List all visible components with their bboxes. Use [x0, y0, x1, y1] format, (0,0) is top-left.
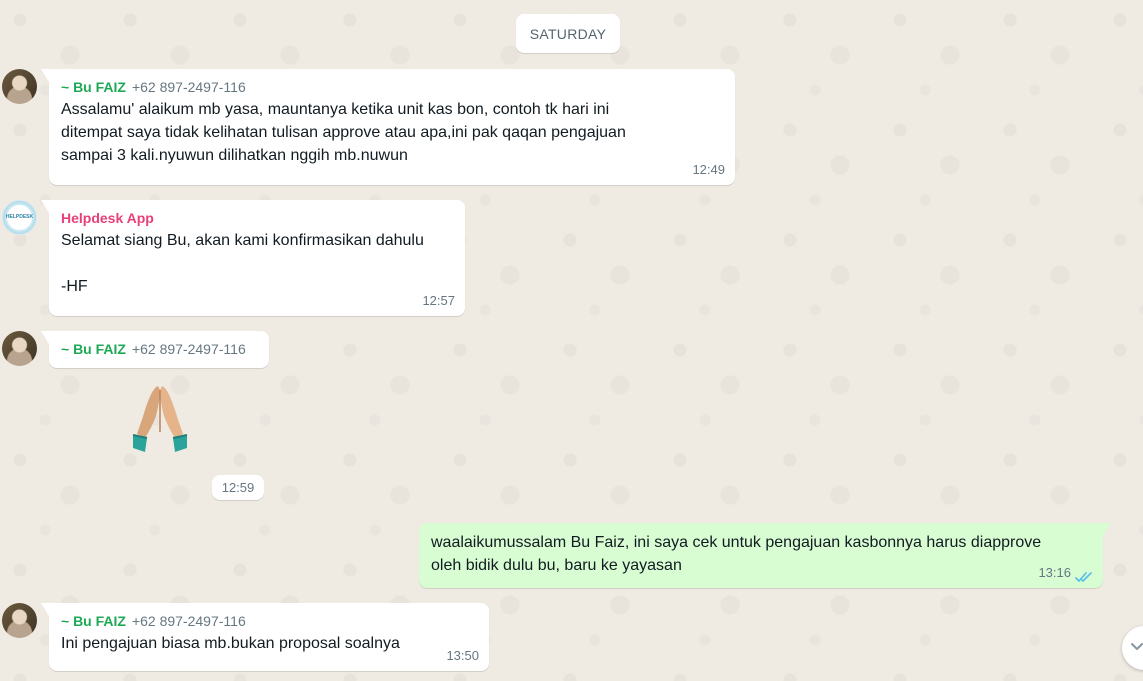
message-time: 13:16	[1038, 565, 1071, 580]
message-bubble[interactable]: ~ Bu FAIZ +62 897-2497-116 Ini pengajuan …	[41, 603, 489, 671]
sender-name[interactable]: ~ Bu FAIZ	[61, 341, 126, 357]
message-header-bubble[interactable]: ~ Bu FAIZ +62 897-2497-116	[41, 331, 269, 368]
avatar[interactable]	[2, 603, 37, 638]
message-text: Ini pengajuan biasa mb.bukan proposal so…	[61, 635, 400, 652]
sender-name[interactable]: ~ Bu FAIZ	[61, 613, 126, 629]
avatar[interactable]	[2, 331, 37, 366]
sender-line: ~ Bu FAIZ +62 897-2497-116	[61, 611, 479, 631]
message-text: Selamat siang Bu, akan kami konfirmasika…	[61, 232, 424, 295]
double-check-icon	[1075, 572, 1092, 582]
message-bubble[interactable]: Helpdesk App Selamat siang Bu, akan kami…	[41, 200, 465, 316]
avatar[interactable]	[2, 69, 37, 104]
sender-name[interactable]: ~ Bu FAIZ	[61, 79, 126, 95]
outgoing-message-bubble[interactable]: waalaikumussalam Bu Faiz, ini saya cek u…	[419, 523, 1111, 588]
message-time: 13:50	[446, 648, 479, 663]
date-separator: SATURDAY	[516, 14, 620, 53]
chevron-down-icon	[1131, 643, 1143, 650]
sender-phone: +62 897-2497-116	[131, 613, 246, 629]
message-bubble[interactable]: ~ Bu FAIZ +62 897-2497-116 Assalamu' alai…	[41, 69, 735, 185]
avatar[interactable]: HELPDESK	[2, 200, 37, 235]
folded-hands-emoji[interactable]	[131, 380, 189, 456]
sender-phone: +62 897-2497-116	[131, 341, 246, 357]
sender-line: ~ Bu FAIZ +62 897-2497-116	[61, 77, 725, 97]
avatar-label: HELPDESK	[5, 214, 34, 220]
message-text: Assalamu' alaikum mb yasa, mauntanya ket…	[61, 101, 626, 164]
sender-line: Helpdesk App	[61, 208, 455, 228]
sender-line: ~ Bu FAIZ +62 897-2497-116	[61, 339, 259, 359]
message-time: 12:49	[692, 162, 725, 177]
message-text: waalaikumussalam Bu Faiz, ini saya cek u…	[431, 534, 1042, 574]
scroll-to-bottom-button[interactable]	[1122, 626, 1143, 670]
sender-name[interactable]: Helpdesk App	[61, 210, 154, 226]
message-time: 12:57	[422, 293, 455, 308]
message-time: 12:59	[212, 475, 264, 500]
sender-phone: +62 897-2497-116	[131, 79, 246, 95]
